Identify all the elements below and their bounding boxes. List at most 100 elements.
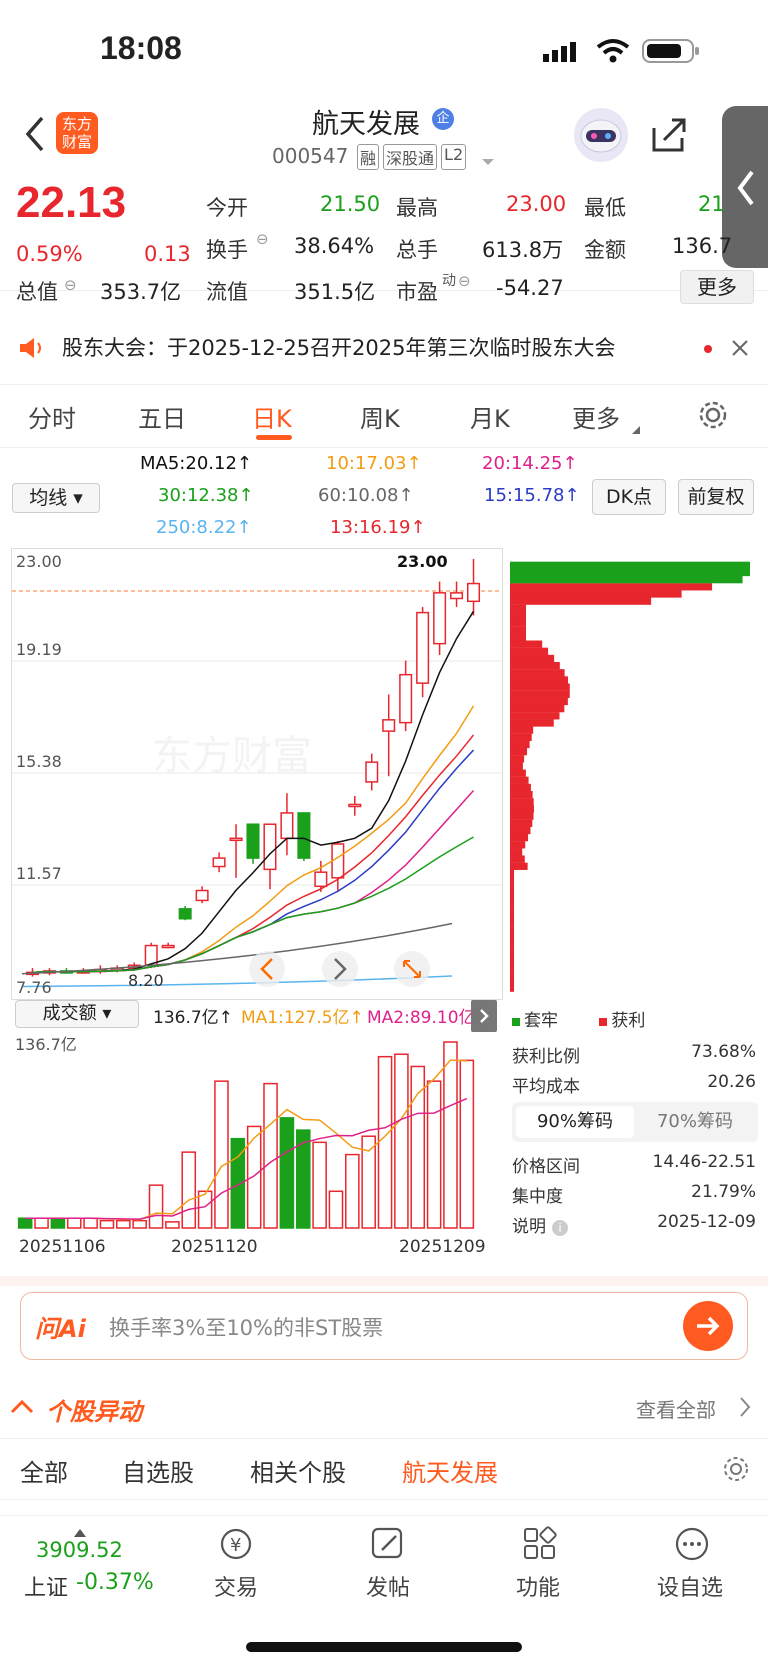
dk-point-button[interactable]: DK点 [592,479,666,515]
tab-daily-k[interactable]: 日K [252,399,292,434]
nav-function[interactable]: 功能 [478,1570,598,1602]
candle-body[interactable] [467,582,481,603]
concentration-label: 集中度 [512,1187,563,1207]
volume-selector[interactable]: 成交额 ▾ [15,1000,139,1028]
candle-body[interactable] [297,812,311,859]
index-value[interactable]: 3909.52 [36,1538,123,1562]
chip-bar [510,812,534,820]
candle-body[interactable] [416,611,430,684]
ai-submit-button[interactable] [683,1301,733,1351]
nav-trade[interactable]: 交易 [176,1570,296,1602]
chart-nav-controls[interactable] [249,951,430,987]
volume-bar [263,1082,278,1229]
candle-body[interactable] [280,812,294,840]
note-row: 说明 i 2025-12-09 [512,1212,756,1237]
ma30-label: 30:12.38↑ [158,485,254,506]
ma-selector-label: 均线 [29,487,68,509]
active-tab-indicator [256,435,292,440]
turnover-value: 38.64% [294,234,375,258]
candle-body[interactable] [433,592,447,645]
turnover-info-icon[interactable]: ⊖ [256,230,269,248]
tab-more[interactable]: 更多 [572,399,620,434]
index-name[interactable]: 上证 [24,1570,68,1602]
tab-weekly-k[interactable]: 周K [360,399,400,434]
chip-bar [510,855,525,863]
nav-post[interactable]: 发帖 [328,1570,448,1602]
index-change[interactable]: -0.37% [76,1570,154,1595]
back-icon[interactable] [24,116,46,156]
info-icon[interactable]: ⊖ [64,276,77,294]
chip-bar [510,762,523,770]
candle-body[interactable] [246,823,260,859]
movement-settings-icon[interactable] [722,1455,750,1487]
movement-tab-related[interactable]: 相关个股 [250,1453,346,1488]
ma-selector[interactable]: 均线 ▾ [12,483,100,513]
home-indicator [246,1642,522,1652]
chip-bar [510,877,514,885]
candle-body[interactable] [382,719,396,732]
ma60-label: 60:10.08↑ [318,485,414,506]
close-icon[interactable] [730,338,750,362]
nav-add-watchlist[interactable]: 设自选 [630,1570,750,1602]
note-info-icon[interactable]: i [552,1220,568,1236]
tab-chip-70[interactable]: 70%筹码 [636,1106,754,1138]
movement-tab-watchlist[interactable]: 自选股 [122,1453,194,1488]
volume-chart[interactable]: 136.7亿 20251106 20251120 20251209 [11,1032,501,1272]
more-button[interactable]: 更多 [680,270,754,304]
speaker-icon [18,336,44,364]
movement-tab-all[interactable]: 全部 [20,1453,68,1488]
volume-bar [165,1221,180,1229]
chevron-up-icon[interactable] [10,1398,34,1418]
candle-body[interactable] [365,761,379,783]
settings-icon[interactable] [697,399,729,435]
status-bar: 18:08 [0,0,768,100]
volume-expand-icon[interactable] [471,1000,497,1032]
chip-bar [510,848,523,856]
chip-distribution-chart [510,548,756,998]
movement-tab-current[interactable]: 航天发展 [402,1453,498,1488]
adjust-button[interactable]: 前复权 [678,479,754,515]
chip-bar [510,733,532,741]
chip-bar [510,783,531,792]
stock-dropdown-icon[interactable] [481,152,495,171]
candle-body[interactable] [161,944,175,949]
tab-monthly-k[interactable]: 月K [470,399,510,434]
candle-body[interactable] [450,592,464,600]
candle-body[interactable] [195,889,209,902]
chip-bar [510,984,514,992]
candle-body[interactable] [348,803,362,808]
notice-bar[interactable]: 股东大会：于2025-12-25召开2025年第三次临时股东大会 [0,312,768,385]
view-all-link[interactable]: 查看全部 [636,1394,716,1423]
tab-five-day[interactable]: 五日 [138,399,186,434]
chip-bar [510,611,526,620]
arrow-right-icon [697,1316,720,1336]
ai-search-box[interactable]: 问Ai 换手率3%至10%的非ST股票 [20,1292,748,1360]
pe-value: -54.27 [496,276,564,300]
kline-chart[interactable]: 东方财富 23.00 19.19 15.38 11.57 7.76 23.00 … [11,548,503,1000]
tab-intraday[interactable]: 分时 [28,399,76,434]
candle-body[interactable] [331,843,345,879]
chevron-right-icon[interactable] [738,1396,752,1422]
candle-body[interactable] [399,673,413,724]
candle-body[interactable] [263,823,277,871]
chip-bar [510,647,549,655]
tag-level2: L2 [441,144,467,170]
add-watchlist-icon[interactable] [674,1526,710,1566]
ai-brand: 问Ai [35,1315,86,1343]
candle-body[interactable] [178,908,192,920]
candle-body[interactable] [212,857,226,868]
candle-body[interactable] [229,837,243,842]
tab-chip-90[interactable]: 90%筹码 [516,1106,634,1138]
note-date: 2025-12-09 [657,1212,756,1232]
post-icon[interactable] [370,1526,406,1566]
volume-bar [328,1190,344,1229]
function-icon[interactable] [522,1526,558,1566]
share-icon[interactable] [650,116,688,158]
volume-bar [394,1053,409,1229]
candle-body[interactable] [314,871,328,888]
pe-info-icon[interactable]: ⊖ [458,272,471,290]
chip-bar [510,769,526,777]
trade-icon[interactable]: ¥ [218,1526,254,1566]
robot-avatar-icon[interactable] [574,108,628,162]
chip-bar [510,690,570,698]
